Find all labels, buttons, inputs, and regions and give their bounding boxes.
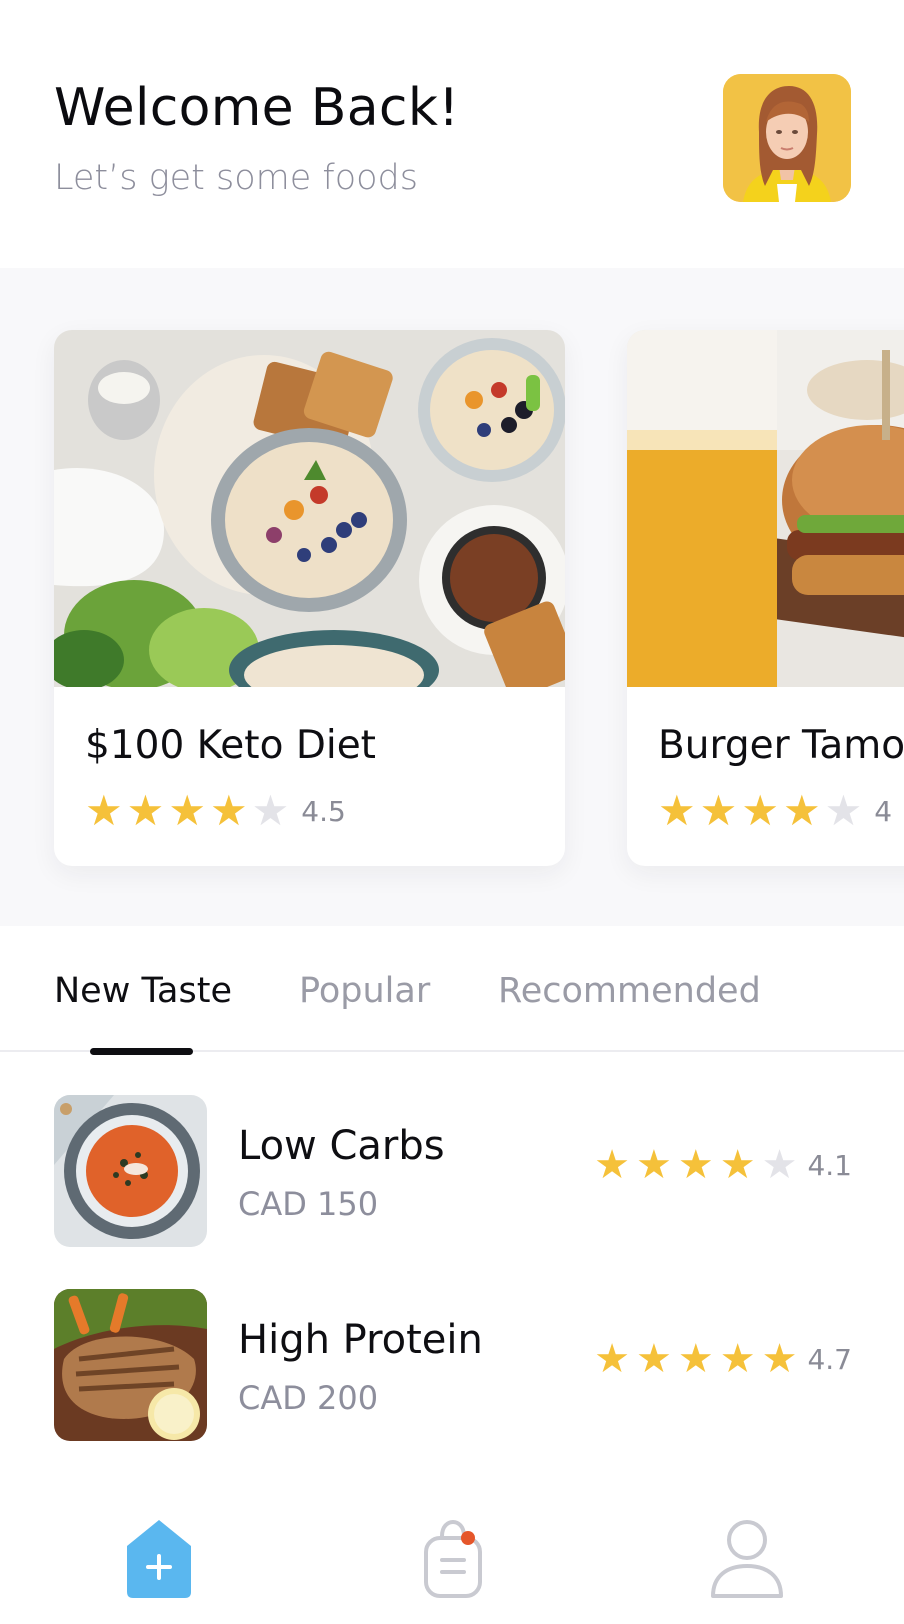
star-icon: ★ (699, 786, 738, 835)
nav-orders-button[interactable] (398, 1508, 508, 1608)
chicken-thumbnail (54, 1289, 207, 1441)
nav-profile-button[interactable] (692, 1508, 802, 1608)
tab-popular[interactable]: Popular (299, 971, 430, 1011)
list-item-low-carbs[interactable]: Low Carbs CAD 150 ★ ★ ★ ★ ★ 4.1 (0, 1095, 904, 1247)
keto-food-photo (54, 330, 565, 687)
star-empty-icon: ★ (761, 1142, 798, 1188)
star-empty-icon: ★ (251, 786, 290, 835)
star-icon: ★ (594, 1336, 631, 1382)
list-item-high-protein[interactable]: High Protein CAD 200 ★ ★ ★ ★ ★ 4.7 (0, 1289, 904, 1441)
star-icon: ★ (719, 1142, 756, 1188)
notification-badge (461, 1531, 475, 1545)
shopping-bag-icon (424, 1519, 482, 1598)
active-tab-indicator (90, 1048, 193, 1055)
star-icon: ★ (782, 786, 821, 835)
home-add-icon (127, 1520, 191, 1598)
featured-card-rating: ★ ★ ★ ★ ★ 4.5 (85, 790, 346, 832)
featured-card-burger[interactable]: Burger Tamo ★ ★ ★ ★ ★ 4 (627, 330, 904, 866)
item-rating: ★ ★ ★ ★ ★ 4.1 (594, 1145, 852, 1185)
star-icon: ★ (168, 786, 206, 835)
star-icon: ★ (594, 1142, 631, 1188)
rating-value: 4 (874, 794, 893, 828)
item-price: CAD 200 (238, 1379, 379, 1417)
featured-card-keto[interactable]: $100 Keto Diet ★ ★ ★ ★ ★ 4.5 (54, 330, 565, 866)
header: Welcome Back! Let’s get some foods (0, 0, 904, 268)
avatar-portrait-image (723, 74, 851, 202)
star-icon: ★ (85, 786, 123, 835)
star-icon: ★ (636, 1336, 672, 1382)
star-icon: ★ (719, 1336, 756, 1382)
featured-card-name: $100 Keto Diet (85, 723, 376, 768)
item-name: Low Carbs (238, 1123, 445, 1169)
featured-card-name: Burger Tamo (658, 723, 904, 768)
star-empty-icon: ★ (824, 786, 863, 835)
page-subtitle: Let’s get some foods (54, 158, 419, 198)
rating-value: 4.1 (807, 1148, 852, 1182)
burger-food-photo (627, 330, 904, 687)
tab-new-taste[interactable]: New Taste (54, 971, 232, 1011)
star-icon: ★ (677, 1336, 714, 1382)
tab-recommended[interactable]: Recommended (498, 971, 761, 1011)
bottom-navigation (0, 1480, 904, 1624)
rating-value: 4.5 (301, 794, 346, 828)
soup-thumbnail (54, 1095, 207, 1247)
item-price: CAD 150 (238, 1185, 379, 1223)
star-icon: ★ (761, 1336, 798, 1382)
avatar[interactable] (723, 74, 851, 202)
nav-home-button[interactable] (104, 1508, 214, 1608)
star-icon: ★ (658, 786, 696, 835)
star-icon: ★ (677, 1142, 714, 1188)
profile-icon (711, 1520, 783, 1598)
item-rating: ★ ★ ★ ★ ★ 4.7 (594, 1339, 852, 1379)
star-icon: ★ (636, 1142, 672, 1188)
star-icon: ★ (741, 786, 779, 835)
page-title: Welcome Back! (54, 78, 460, 138)
rating-value: 4.7 (807, 1342, 852, 1376)
category-tabs: New Taste Popular Recommended (0, 926, 904, 1052)
star-icon: ★ (209, 786, 248, 835)
star-icon: ★ (126, 786, 165, 835)
featured-card-rating: ★ ★ ★ ★ ★ 4 (658, 790, 892, 832)
featured-carousel[interactable]: $100 Keto Diet ★ ★ ★ ★ ★ 4.5 Burger Tamo… (0, 268, 904, 926)
item-name: High Protein (238, 1317, 483, 1363)
